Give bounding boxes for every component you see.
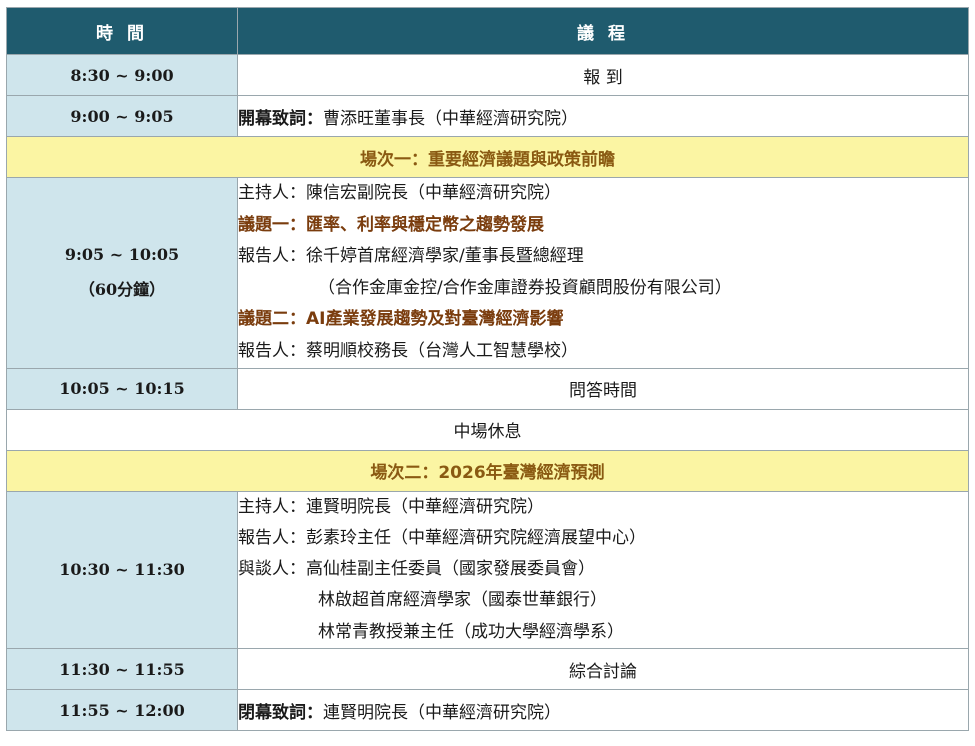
session-row: 場次二：2026年臺灣經濟預測 xyxy=(6,449,969,492)
speaker1-org-line: （合作金庫金控/合作金庫證券投資顧問股份有限公司） xyxy=(318,277,732,298)
session1-duration: （60分鐘） xyxy=(78,280,166,300)
time-cell: 10:30 ~ 11:30 xyxy=(6,490,238,650)
time-cell: 11:30 ~ 11:55 xyxy=(6,648,238,691)
host-line: 主持人：陳信宏副院長（中華經濟研究院） xyxy=(238,183,561,203)
table-row: 11:30 ~ 11:55 綜合討論 xyxy=(6,648,969,691)
time-cell: 10:05 ~ 10:15 xyxy=(6,367,238,410)
agenda-table: 時 間 議 程 8:30 ~ 9:00 報 到 9:00 ~ 9:05 開幕致詞… xyxy=(6,7,969,732)
program-cell: 問答時間 xyxy=(237,367,969,410)
time-cell: 11:55 ~ 12:00 xyxy=(6,689,238,732)
topic2-line: 議題二：AI產業發展趨勢及對臺灣經濟影響 xyxy=(238,309,564,330)
table-row: 10:05 ~ 10:15 問答時間 xyxy=(6,367,969,410)
session1-title: 場次一：重要經濟議題與政策前瞻 xyxy=(6,136,969,178)
time-cell: 9:00 ~ 9:05 xyxy=(6,95,238,137)
closing-label: 閉幕致詞： xyxy=(238,702,323,723)
header-time: 時 間 xyxy=(6,7,238,55)
program-cell: 報 到 xyxy=(237,54,969,96)
panelist-line: 林啟超首席經濟學家（國泰世華銀行） xyxy=(318,590,607,611)
table-row: 11:55 ~ 12:00 閉幕致詞：連賢明院長（中華經濟研究院） xyxy=(6,689,969,732)
table-row: 8:30 ~ 9:00 報 到 xyxy=(6,54,969,96)
speaker2-line: 報告人：蔡明順校務長（台灣人工智慧學校） xyxy=(238,340,578,361)
table-row: 10:30 ~ 11:30 主持人：連賢明院長（中華經濟研究院） 報告人：彭素玲… xyxy=(6,490,969,650)
break-row: 中場休息 xyxy=(6,408,969,451)
panelist-line: 與談人：高仙桂副主任委員（國家發展委員會） xyxy=(238,559,595,580)
table-row: 9:05 ~ 10:05 （60分鐘） 主持人：陳信宏副院長（中華經濟研究院） … xyxy=(6,177,969,369)
panelist-line: 林常青教授兼主任（成功大學經濟學系） xyxy=(318,621,624,642)
session1-time: 9:05 ~ 10:05 xyxy=(64,245,180,265)
header-row: 時 間 議 程 xyxy=(6,7,969,55)
break-cell: 中場休息 xyxy=(6,408,969,451)
closing-speaker: 連賢明院長（中華經濟研究院） xyxy=(323,702,561,723)
program-cell: 開幕致詞：曹添旺董事長（中華經濟研究院） xyxy=(237,95,969,137)
speaker-line: 報告人：彭素玲主任（中華經濟研究院經濟展望中心） xyxy=(238,527,646,548)
header-program: 議 程 xyxy=(237,7,969,55)
session-row: 場次一：重要經濟議題與政策前瞻 xyxy=(6,136,969,178)
opening-label: 開幕致詞： xyxy=(238,108,323,129)
speaker1-line: 報告人：徐千婷首席經濟學家/董事長暨總經理 xyxy=(238,246,584,267)
program-cell: 主持人：連賢明院長（中華經濟研究院） 報告人：彭素玲主任（中華經濟研究院經濟展望… xyxy=(237,490,969,650)
time-cell: 9:05 ~ 10:05 （60分鐘） xyxy=(6,177,238,369)
table-row: 9:00 ~ 9:05 開幕致詞：曹添旺董事長（中華經濟研究院） xyxy=(6,95,969,137)
opening-speaker: 曹添旺董事長（中華經濟研究院） xyxy=(323,108,578,129)
program-cell: 綜合討論 xyxy=(237,648,969,691)
program-cell: 閉幕致詞：連賢明院長（中華經濟研究院） xyxy=(237,689,969,732)
topic1-line: 議題一：匯率、利率與穩定幣之趨勢發展 xyxy=(238,214,544,235)
session2-title: 場次二：2026年臺灣經濟預測 xyxy=(6,449,969,492)
host-line: 主持人：連賢明院長（中華經濟研究院） xyxy=(238,496,544,517)
time-cell: 8:30 ~ 9:00 xyxy=(6,54,238,96)
program-cell: 主持人：陳信宏副院長（中華經濟研究院） 議題一：匯率、利率與穩定幣之趨勢發展 報… xyxy=(237,177,969,369)
